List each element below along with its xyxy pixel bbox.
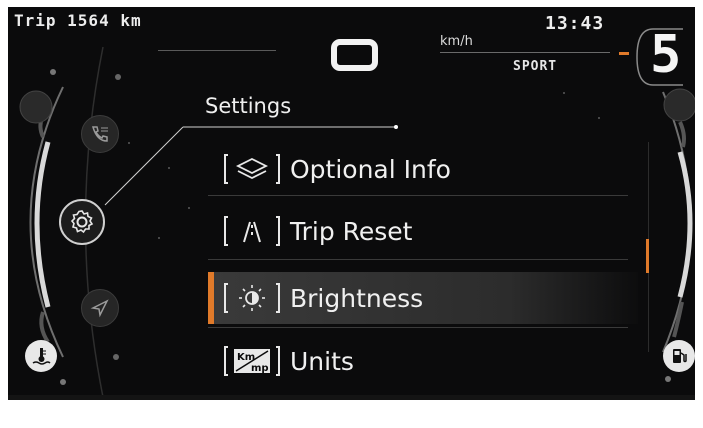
background-speck (563, 92, 565, 94)
menu-item-brightness[interactable]: Brightness (208, 272, 638, 324)
menu-divider (208, 195, 628, 196)
menu-item-label: Trip Reset (290, 217, 413, 246)
background-speck (598, 117, 600, 119)
coolant-temperature-icon (25, 340, 57, 372)
riding-mode: SPORT (513, 59, 558, 74)
menu-item-optional-info[interactable]: Optional Info (208, 143, 638, 195)
layers-icon (224, 153, 280, 185)
speed-unit-label: km/h (440, 34, 473, 49)
menu-item-label: Optional Info (290, 155, 451, 184)
brightness-icon (224, 282, 280, 314)
fuel-pump-icon (663, 340, 695, 372)
dashboard-screen: Trip 1564 km 13:43 km/h SPORT 5 Settings… (8, 7, 695, 400)
navigation-icon[interactable] (81, 289, 119, 327)
clock: 13:43 (545, 13, 605, 34)
scroll-thumb[interactable] (646, 239, 649, 273)
units-icon-km: Km (237, 352, 255, 363)
units-icon: Km mp (224, 345, 280, 377)
bottom-strip (8, 395, 695, 400)
menu-item-units[interactable]: Km mp Units (208, 335, 638, 387)
menu-item-trip-reset[interactable]: Trip Reset (208, 205, 638, 257)
menu-divider (208, 327, 628, 328)
menu-divider (208, 259, 628, 260)
menu-item-label: Units (290, 347, 354, 376)
units-icon-mp: mp (251, 363, 269, 374)
speed-unit-divider (440, 52, 610, 53)
selection-indicator (208, 272, 214, 324)
menu-item-label: Brightness (290, 284, 424, 313)
trip-reset-icon (224, 215, 280, 247)
